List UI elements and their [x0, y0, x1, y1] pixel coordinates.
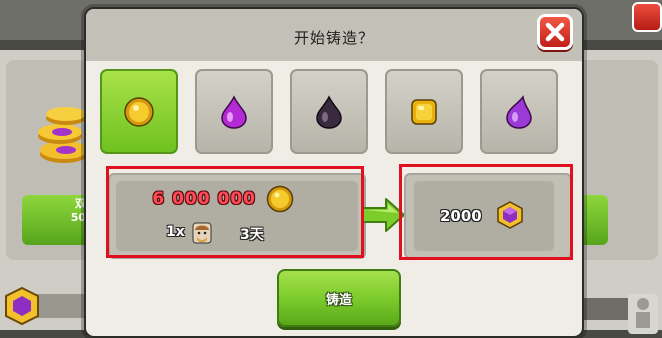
background-coin-stack-icon	[38, 107, 88, 163]
background-builder-hut-icon	[574, 294, 658, 334]
resource-tile-gold[interactable]	[100, 69, 178, 154]
resource-tile-builder-elixir[interactable]	[480, 69, 558, 154]
forge-button[interactable]: 铸造	[277, 269, 401, 327]
background-green-button-left: 双 50	[22, 195, 92, 245]
capital-gold-gem-icon	[497, 201, 523, 229]
background-close-button	[632, 2, 662, 32]
dialog-title: 开始铸造？	[293, 29, 374, 47]
builder-elixir-drop-icon	[506, 94, 532, 129]
forge-button-label: 铸造	[325, 292, 352, 308]
arrow-right-icon	[361, 198, 405, 232]
result-panel-inner	[414, 181, 554, 251]
resource-tile-builder-gold[interactable]	[385, 69, 463, 154]
builder-face-icon	[192, 222, 212, 244]
dialog-title-bar: 开始铸造？	[86, 9, 582, 61]
forge-duration: 3天	[240, 227, 264, 243]
forge-dialog: 开始铸造？ 6 000 000 1x 3天 2000 铸造	[84, 7, 584, 338]
cost-amount: 6 000 000	[152, 189, 256, 209]
elixir-drop-icon	[221, 94, 247, 129]
close-button[interactable]	[537, 14, 573, 50]
resource-tile-dark-elixir[interactable]	[290, 69, 368, 154]
close-x-icon	[545, 22, 565, 42]
resource-tile-elixir[interactable]	[195, 69, 273, 154]
builder-count: 1x	[166, 224, 185, 240]
result-panel	[404, 173, 572, 259]
cost-panel	[108, 173, 366, 259]
result-amount: 2000	[440, 207, 482, 225]
gold-coin-icon	[124, 96, 154, 127]
dark-elixir-drop-icon	[316, 94, 342, 129]
cost-gold-coin-icon	[266, 185, 294, 213]
builder-gold-icon	[411, 98, 437, 125]
